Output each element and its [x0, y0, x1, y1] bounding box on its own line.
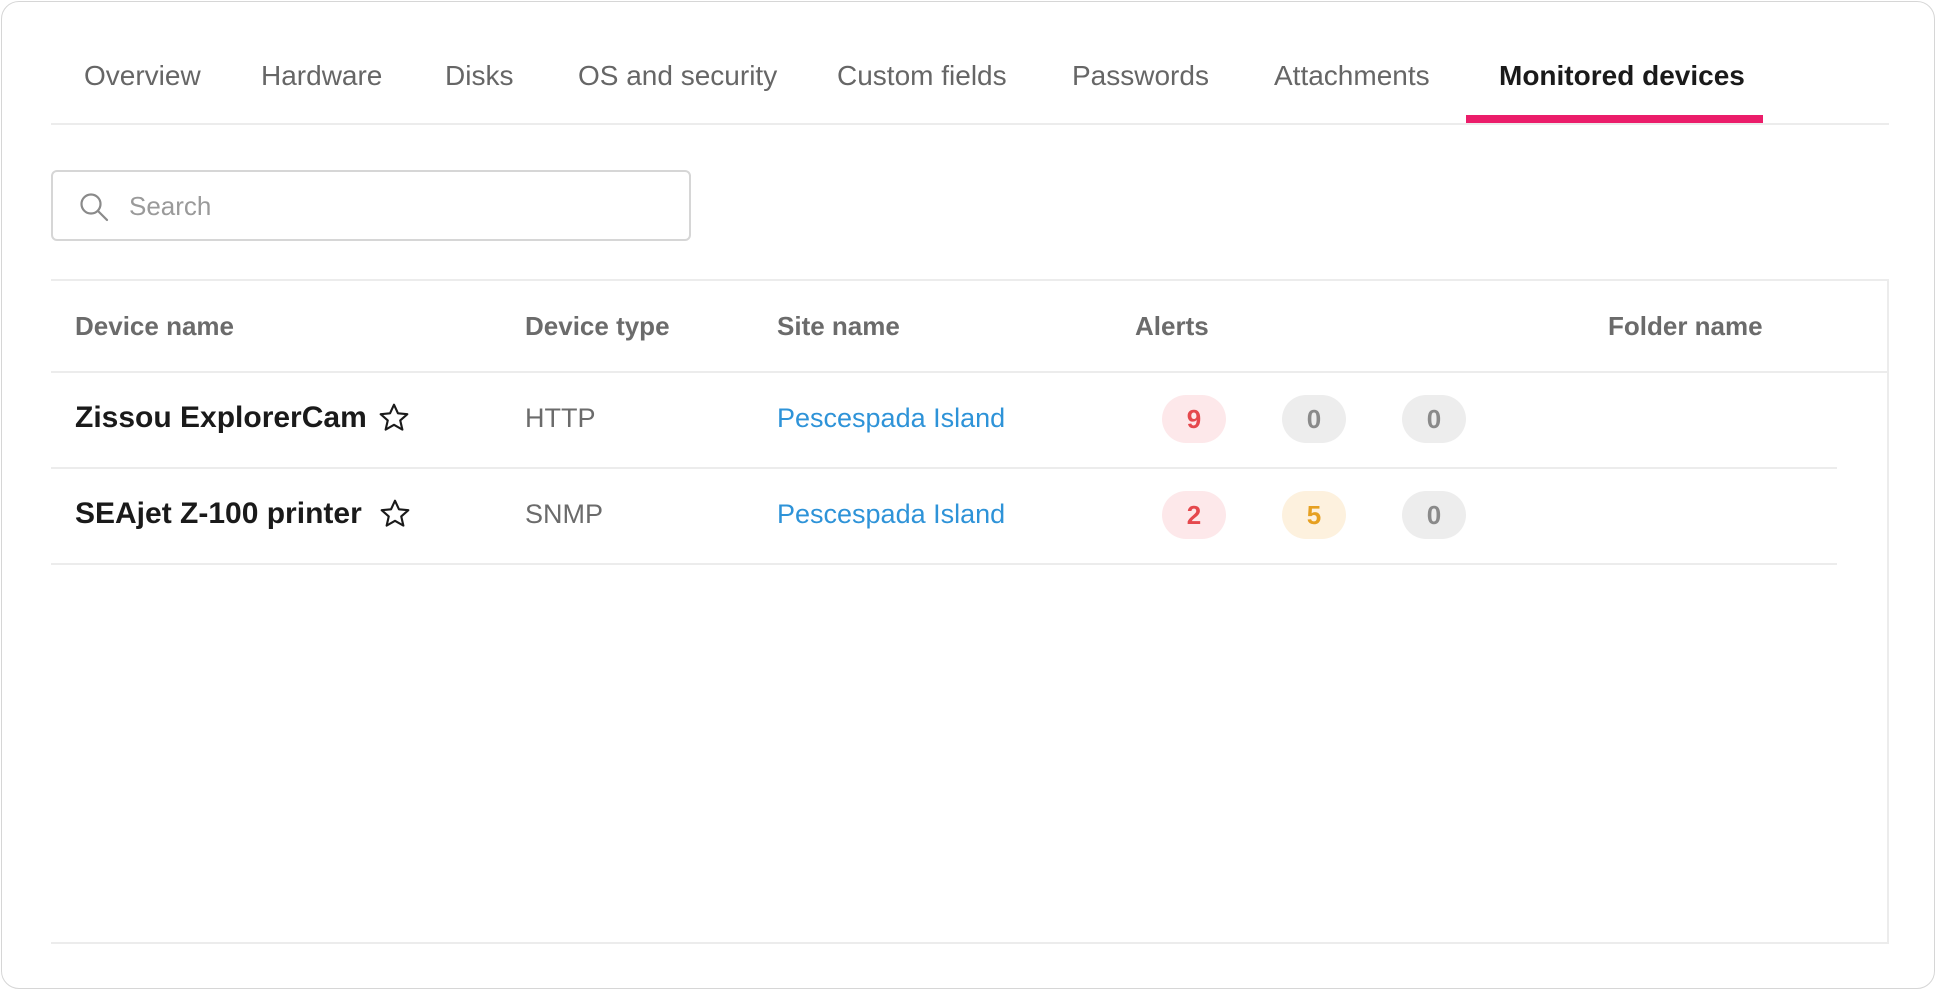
tab-hardware[interactable]: Hardware: [261, 60, 382, 92]
tab-bar: Overview Hardware Disks OS and security …: [51, 2, 1889, 125]
monitored-devices-panel: Overview Hardware Disks OS and security …: [1, 1, 1935, 989]
device-name[interactable]: SEAjet Z-100 printer: [75, 497, 362, 531]
table-row[interactable]: SEAjet Z-100 printer SNMP Pescespada Isl…: [51, 469, 1837, 565]
search-box[interactable]: [51, 170, 691, 241]
tab-os-and-security[interactable]: OS and security: [578, 60, 777, 92]
column-header-device-type[interactable]: Device type: [525, 311, 670, 342]
tab-attachments[interactable]: Attachments: [1274, 60, 1430, 92]
table-row[interactable]: Zissou ExplorerCam HTTP Pescespada Islan…: [51, 373, 1837, 469]
star-outline-icon[interactable]: [378, 497, 412, 531]
search-input[interactable]: [127, 182, 671, 230]
alert-info-badge[interactable]: 0: [1402, 491, 1466, 539]
active-tab-indicator: [1466, 115, 1763, 123]
alert-critical-badge[interactable]: 9: [1162, 395, 1226, 443]
alert-warning-badge[interactable]: 5: [1282, 491, 1346, 539]
column-header-alerts[interactable]: Alerts: [1135, 311, 1209, 342]
column-header-folder-name[interactable]: Folder name: [1608, 311, 1763, 342]
tab-custom-fields[interactable]: Custom fields: [837, 60, 1007, 92]
tab-monitored-devices[interactable]: Monitored devices: [1499, 60, 1745, 92]
device-name[interactable]: Zissou ExplorerCam: [75, 401, 367, 435]
device-type: SNMP: [525, 499, 604, 529]
column-header-device-name[interactable]: Device name: [75, 311, 234, 342]
site-name-link[interactable]: Pescespada Island: [777, 403, 1005, 434]
tab-overview[interactable]: Overview: [84, 60, 201, 92]
alert-critical-badge[interactable]: 2: [1162, 491, 1226, 539]
table-header: Device name Device type Site name Alerts…: [51, 281, 1887, 373]
column-header-site-name[interactable]: Site name: [777, 311, 900, 342]
devices-table: Device name Device type Site name Alerts…: [51, 279, 1889, 944]
tab-disks[interactable]: Disks: [445, 60, 513, 92]
device-type: HTTP: [525, 403, 596, 433]
star-outline-icon[interactable]: [377, 401, 411, 435]
search-icon: [80, 193, 109, 222]
tab-passwords[interactable]: Passwords: [1072, 60, 1209, 92]
alert-warning-badge[interactable]: 0: [1282, 395, 1346, 443]
site-name-link[interactable]: Pescespada Island: [777, 499, 1005, 530]
alert-info-badge[interactable]: 0: [1402, 395, 1466, 443]
